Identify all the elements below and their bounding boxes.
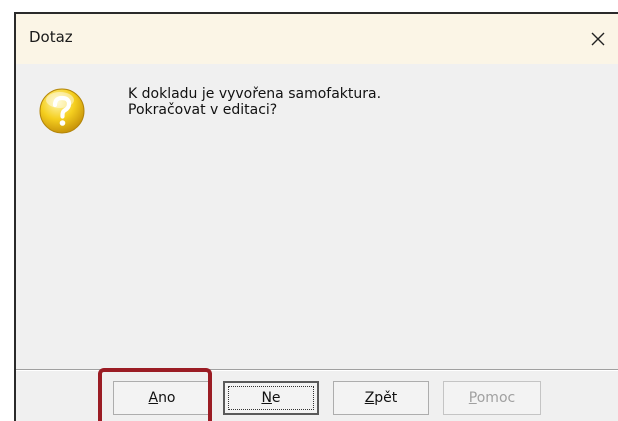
question-dialog: Dotaz K dokladu je vyvořena samofaktura.… (14, 12, 618, 421)
title-bar[interactable]: Dotaz (16, 14, 618, 64)
back-button[interactable]: Zpět (333, 381, 429, 415)
help-button-label: Pomoc (468, 390, 516, 406)
message-line-1: K dokladu je vyvořena samofaktura. (128, 86, 382, 102)
highlight-annotation (98, 368, 212, 421)
dialog-title: Dotaz (29, 28, 73, 46)
screen: Dotaz K dokladu je vyvořena samofaktura.… (0, 0, 618, 421)
help-button[interactable]: Pomoc (443, 381, 541, 415)
question-icon (39, 88, 85, 134)
close-button[interactable] (578, 14, 618, 64)
no-button[interactable]: Ne (223, 381, 319, 415)
close-icon (591, 32, 605, 46)
focus-indicator (228, 386, 314, 410)
dialog-message: K dokladu je vyvořena samofaktura. Pokra… (128, 86, 381, 118)
message-line-2: Pokračovat v editaci? (128, 102, 278, 118)
dialog-body: K dokladu je vyvořena samofaktura. Pokra… (16, 64, 618, 369)
back-button-label: Zpět (364, 390, 398, 406)
